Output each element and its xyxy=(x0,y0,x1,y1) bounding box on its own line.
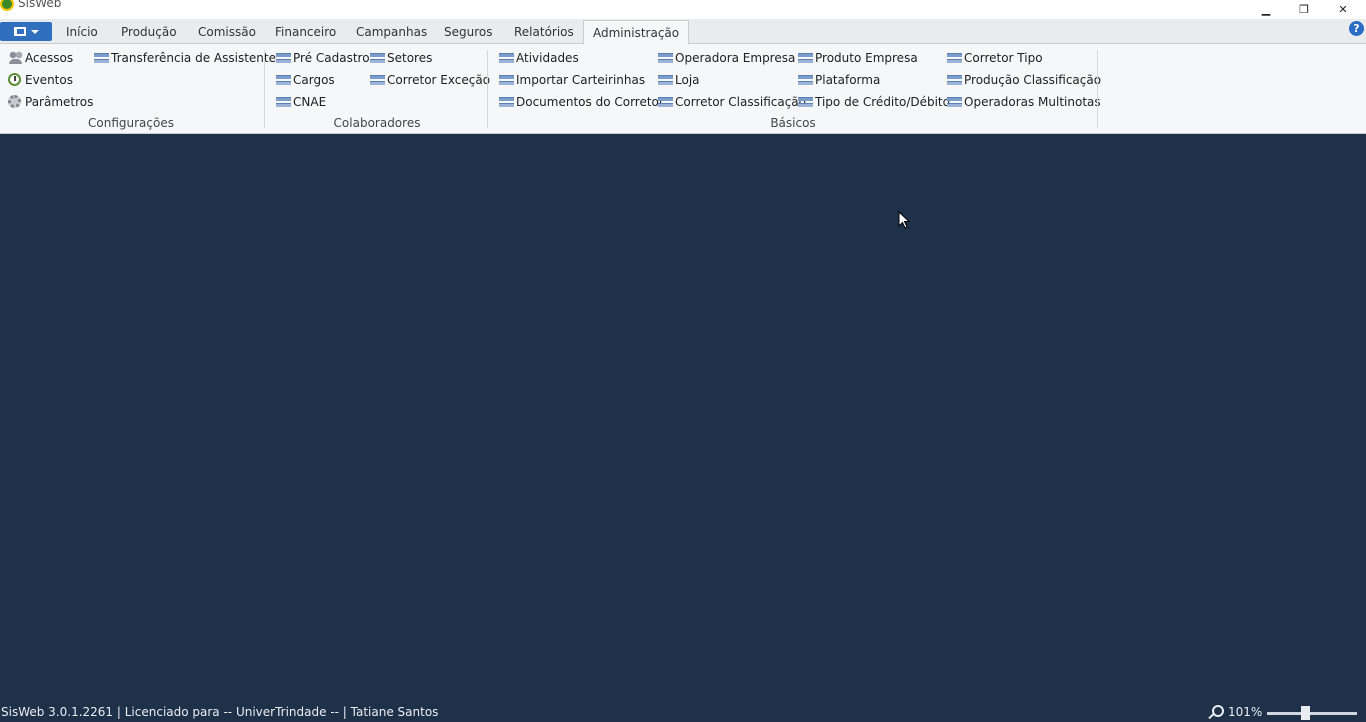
list-icon xyxy=(947,51,962,64)
tab-inicio[interactable]: Início xyxy=(66,21,98,44)
ribbon-item-transferencia-assistente[interactable]: Transferência de Assistente xyxy=(94,49,276,67)
list-icon xyxy=(798,51,813,64)
group-label-configuracoes: Configurações xyxy=(88,116,174,130)
list-icon xyxy=(798,73,813,86)
group-label-colaboradores: Colaboradores xyxy=(333,116,421,130)
list-icon xyxy=(94,51,109,64)
ribbon-item-operadora-empresa[interactable]: Operadora Empresa xyxy=(658,49,795,67)
ribbon-item-label: Operadora Empresa xyxy=(675,51,796,65)
ribbon-item-label: Pré Cadastro xyxy=(293,51,370,65)
zoom-level: 101% xyxy=(1228,705,1263,719)
ribbon-item-setores[interactable]: Setores xyxy=(370,49,432,67)
ribbon-item-label: Corretor Classificação xyxy=(675,95,806,109)
help-icon[interactable]: ? xyxy=(1349,21,1364,36)
ribbon-item-label: Acessos xyxy=(25,51,74,65)
ribbon-item-label: Operadoras Multinotas xyxy=(964,95,1101,109)
list-icon xyxy=(276,95,291,108)
app-menu-button[interactable] xyxy=(0,22,52,41)
close-button[interactable]: ✕ xyxy=(1320,0,1366,19)
list-icon xyxy=(276,51,291,64)
group-divider xyxy=(487,50,488,128)
zoom-icon xyxy=(1208,705,1224,719)
ribbon-item-documentos-corretor[interactable]: Documentos do Corretor xyxy=(499,93,664,111)
list-icon xyxy=(658,95,673,108)
list-icon xyxy=(947,73,962,86)
ribbon-item-produto-empresa[interactable]: Produto Empresa xyxy=(798,49,918,67)
list-icon xyxy=(658,73,673,86)
tab-producao[interactable]: Produção xyxy=(121,21,177,44)
ribbon-item-loja[interactable]: Loja xyxy=(658,71,700,89)
window-title: SisWeb xyxy=(18,0,62,10)
status-bar: SisWeb 3.0.1.2261 | Licenciado para -- U… xyxy=(0,704,1366,722)
list-icon xyxy=(798,95,813,108)
ribbon-item-label: Loja xyxy=(675,73,700,87)
clock-icon xyxy=(8,73,21,86)
ribbon-item-label: Tipo de Crédito/Débito xyxy=(815,95,950,109)
list-icon xyxy=(658,51,673,64)
ribbon-item-label: Cargos xyxy=(293,73,335,87)
list-icon xyxy=(370,51,385,64)
ribbon-item-label: Setores xyxy=(387,51,433,65)
ribbon-item-label: Transferência de Assistente xyxy=(111,51,276,65)
ribbon-item-atividades[interactable]: Atividades xyxy=(499,49,579,67)
tab-financeiro[interactable]: Financeiro xyxy=(275,21,336,44)
ribbon-item-label: Produto Empresa xyxy=(815,51,918,65)
zoom-slider-thumb[interactable] xyxy=(1301,706,1310,720)
tab-seguros[interactable]: Seguros xyxy=(444,21,493,44)
ribbon-item-tipo-credito-debito[interactable]: Tipo de Crédito/Débito xyxy=(798,93,950,111)
list-icon xyxy=(499,95,514,108)
license-info: SisWeb 3.0.1.2261 | Licenciado para -- U… xyxy=(1,705,439,719)
ribbon-item-producao-classificacao[interactable]: Produção Classificação xyxy=(947,71,1101,89)
ribbon-item-importar-carteirinhas[interactable]: Importar Carteirinhas xyxy=(499,71,645,89)
ribbon-item-label: CNAE xyxy=(293,95,327,109)
ribbon-item-pre-cadastro[interactable]: Pré Cadastro xyxy=(276,49,370,67)
ribbon-item-corretor-excecao[interactable]: Corretor Exceção xyxy=(370,71,490,89)
list-icon xyxy=(276,73,291,86)
ribbon-item-operadoras-multinotas[interactable]: Operadoras Multinotas xyxy=(947,93,1101,111)
menu-icon xyxy=(14,27,26,36)
ribbon-item-label: Plataforma xyxy=(815,73,881,87)
title-bar: SisWeb ▁ ❐ ✕ xyxy=(0,0,1366,19)
tab-campanhas[interactable]: Campanhas xyxy=(356,21,427,44)
ribbon-item-corretor-tipo[interactable]: Corretor Tipo xyxy=(947,49,1043,67)
app-logo-icon xyxy=(0,0,14,11)
list-icon xyxy=(499,73,514,86)
gear-icon xyxy=(8,95,21,108)
ribbon-item-cnae[interactable]: CNAE xyxy=(276,93,326,111)
list-icon xyxy=(499,51,514,64)
ribbon-panel: Acessos Eventos Parâmetros Transferência… xyxy=(0,44,1366,134)
ribbon-item-parametros[interactable]: Parâmetros xyxy=(8,93,93,111)
mouse-cursor-icon xyxy=(898,211,910,229)
chevron-down-icon xyxy=(31,30,39,34)
group-label-basicos: Básicos xyxy=(770,116,816,130)
workspace-area xyxy=(0,135,1366,704)
users-icon xyxy=(8,51,23,64)
ribbon-item-corretor-classificacao[interactable]: Corretor Classificação xyxy=(658,93,806,111)
ribbon-item-label: Atividades xyxy=(516,51,579,65)
ribbon-item-plataforma[interactable]: Plataforma xyxy=(798,71,880,89)
ribbon-item-label: Parâmetros xyxy=(25,95,94,109)
tab-comissao[interactable]: Comissão xyxy=(198,21,256,44)
ribbon-item-label: Corretor Exceção xyxy=(387,73,491,87)
list-icon xyxy=(370,73,385,86)
ribbon-item-label: Produção Classificação xyxy=(964,73,1102,87)
tab-relatorios[interactable]: Relatórios xyxy=(514,21,574,44)
ribbon-item-label: Corretor Tipo xyxy=(964,51,1043,65)
ribbon-item-label: Importar Carteirinhas xyxy=(516,73,646,87)
ribbon-tab-bar: Início Produção Comissão Financeiro Camp… xyxy=(0,19,1366,45)
ribbon-item-cargos[interactable]: Cargos xyxy=(276,71,335,89)
list-icon xyxy=(947,95,962,108)
ribbon-item-eventos[interactable]: Eventos xyxy=(8,71,73,89)
ribbon-item-acessos[interactable]: Acessos xyxy=(8,49,73,67)
group-divider xyxy=(264,50,265,128)
ribbon-item-label: Eventos xyxy=(25,73,73,87)
tab-administracao[interactable]: Administração xyxy=(583,20,690,45)
zoom-slider[interactable] xyxy=(1267,712,1357,715)
ribbon-item-label: Documentos do Corretor xyxy=(516,95,664,109)
group-divider xyxy=(1097,50,1098,128)
